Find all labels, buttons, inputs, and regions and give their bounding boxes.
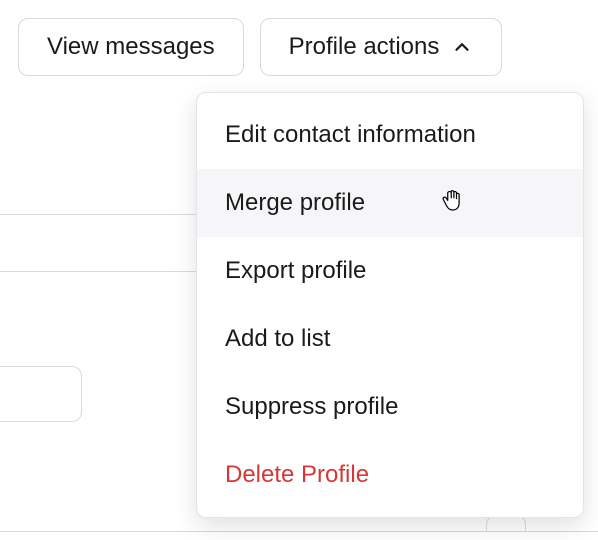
view-messages-button[interactable]: View messages (18, 18, 244, 76)
view-messages-label: View messages (47, 33, 215, 61)
dropdown-item-label: Add to list (225, 325, 330, 353)
dropdown-item-edit-contact[interactable]: Edit contact information (197, 101, 583, 169)
toolbar: View messages Profile actions (0, 0, 598, 76)
background-divider (0, 214, 200, 215)
dropdown-item-label: Merge profile (225, 189, 365, 217)
dropdown-item-add-to-list[interactable]: Add to list (197, 305, 583, 373)
background-fragment (486, 516, 526, 532)
profile-actions-button[interactable]: Profile actions (260, 18, 503, 76)
background-divider-group (0, 214, 200, 272)
background-divider (0, 271, 200, 272)
cursor-pointer-icon (439, 186, 467, 221)
dropdown-item-suppress-profile[interactable]: Suppress profile (197, 373, 583, 441)
dropdown-item-label: Suppress profile (225, 393, 398, 421)
background-field-fragment (0, 366, 82, 422)
profile-actions-label: Profile actions (289, 33, 440, 61)
dropdown-item-label: Edit contact information (225, 121, 476, 149)
chevron-up-icon (451, 36, 473, 58)
dropdown-item-merge-profile[interactable]: Merge profile (197, 169, 583, 237)
dropdown-item-label: Delete Profile (225, 461, 369, 489)
profile-actions-dropdown: Edit contact information Merge profile E… (196, 92, 584, 518)
dropdown-item-label: Export profile (225, 257, 366, 285)
dropdown-item-export-profile[interactable]: Export profile (197, 237, 583, 305)
dropdown-item-delete-profile[interactable]: Delete Profile (197, 441, 583, 509)
